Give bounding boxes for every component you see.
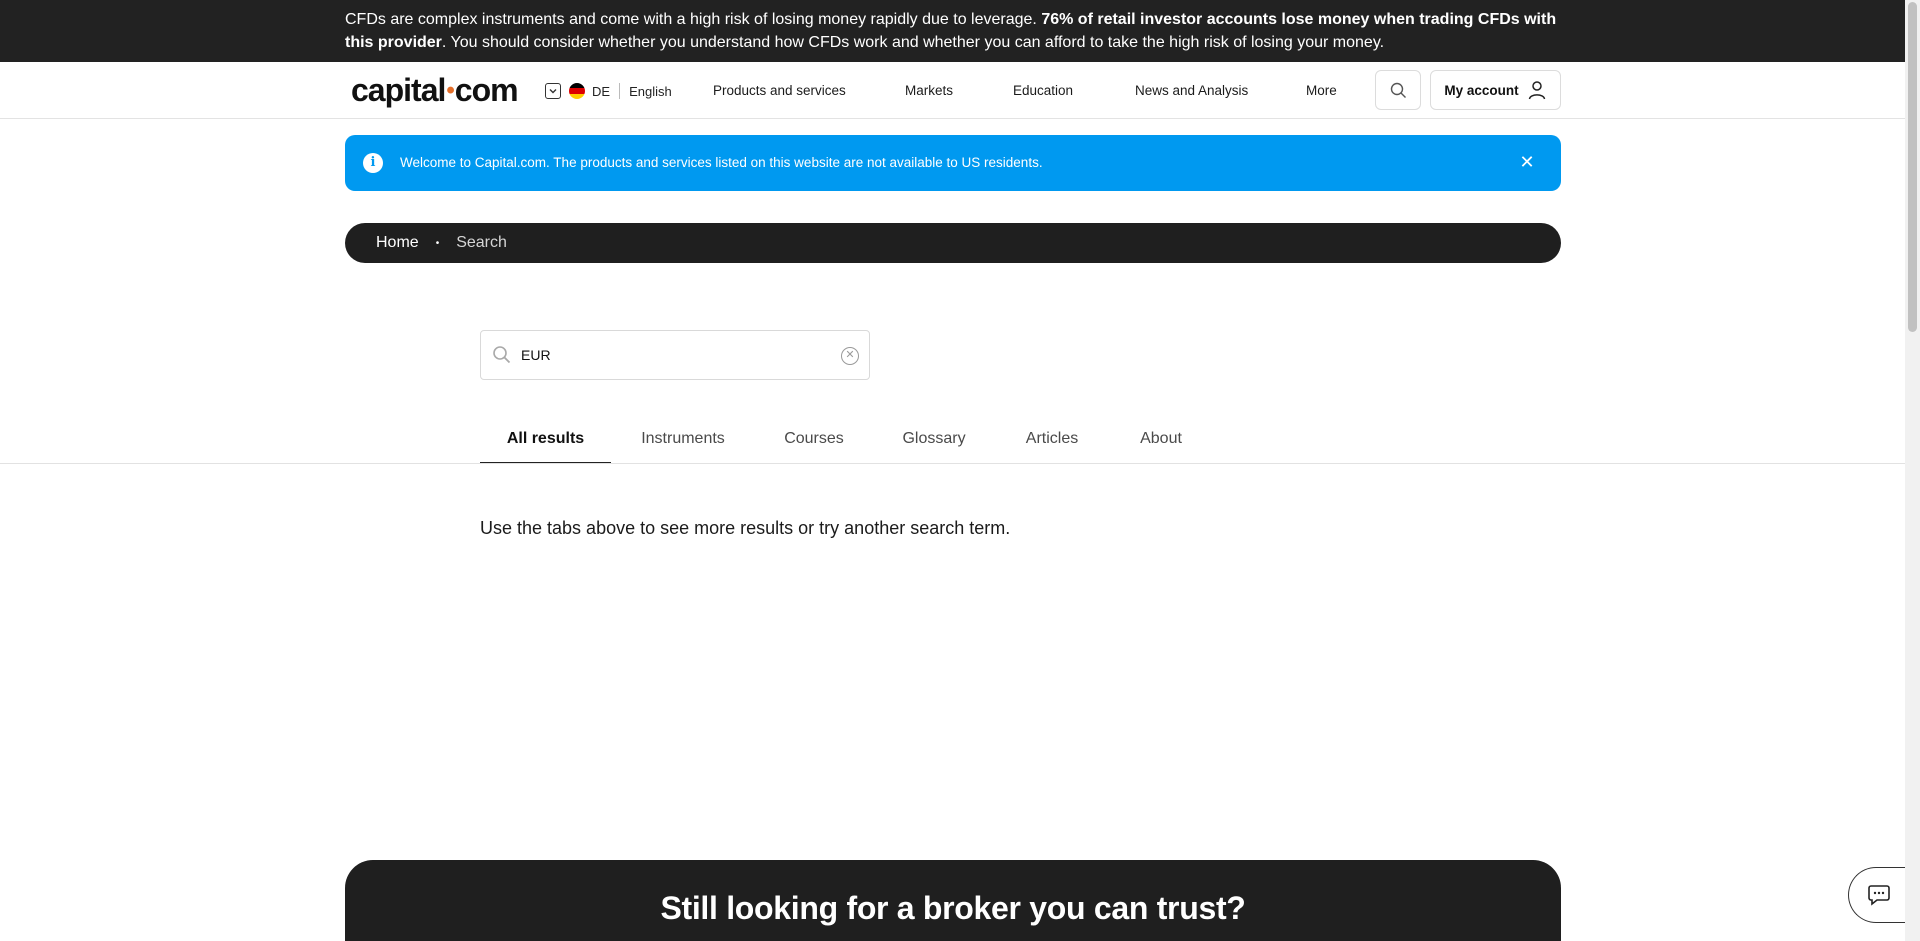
us-residents-notice-banner: i Welcome to Capital.com. The products a… [345, 135, 1561, 191]
region-language-selector[interactable]: DE English [545, 80, 672, 102]
site-header: capital•com DE English Products and serv… [0, 62, 1905, 119]
breadcrumb-current: Search [456, 234, 507, 251]
nav-products-and-services[interactable]: Products and services [713, 80, 846, 102]
tab-all-results[interactable]: All results [480, 428, 611, 464]
info-icon: i [363, 153, 383, 173]
search-result-message: Use the tabs above to see more results o… [480, 518, 1011, 538]
tab-articles[interactable]: Articles [1025, 428, 1079, 464]
germany-flag-icon [569, 83, 585, 99]
logo-text-right: com [454, 72, 519, 108]
search-icon [493, 346, 511, 364]
nav-news-and-analysis[interactable]: News and Analysis [1135, 80, 1248, 102]
broker-trust-cta: Still looking for a broker you can trust… [345, 860, 1561, 941]
page-scrollbar[interactable] [1905, 0, 1920, 941]
language-label[interactable]: English [629, 84, 672, 99]
region-divider [619, 83, 621, 99]
logo-dot: • [446, 77, 454, 104]
breadcrumb: Home • Search [345, 223, 1561, 263]
region-code[interactable]: DE [592, 84, 610, 99]
tab-glossary[interactable]: Glossary [902, 428, 966, 464]
capital-com-logo[interactable]: capital•com [351, 72, 519, 112]
tab-courses[interactable]: Courses [784, 428, 844, 464]
search-icon [1390, 82, 1406, 98]
breadcrumb-home-link[interactable]: Home [376, 234, 419, 252]
my-account-button[interactable]: My account [1430, 70, 1561, 110]
risk-text-normal-end: . You should consider whether you unders… [441, 34, 1385, 51]
risk-warning-text: CFDs are complex instruments and come wi… [345, 8, 1565, 54]
nav-markets[interactable]: Markets [905, 80, 953, 102]
nav-more[interactable]: More [1306, 80, 1337, 102]
tabs-divider [0, 463, 1905, 464]
breadcrumb-separator: • [435, 237, 440, 249]
search-box: ✕ [480, 330, 870, 380]
user-icon [1528, 81, 1545, 100]
risk-warning-bar: CFDs are complex instruments and come wi… [0, 0, 1905, 62]
scrollbar-thumb[interactable] [1908, 2, 1917, 332]
search-input[interactable] [521, 341, 821, 369]
clear-search-icon[interactable]: ✕ [841, 347, 859, 365]
header-search-button[interactable] [1375, 70, 1421, 110]
nav-education[interactable]: Education [1013, 80, 1073, 102]
info-banner-text: Welcome to Capital.com. The products and… [400, 155, 1043, 170]
cta-title: Still looking for a broker you can trust… [660, 890, 1246, 926]
chat-widget-button[interactable] [1848, 867, 1908, 923]
chevron-down-icon[interactable] [545, 83, 561, 99]
my-account-label: My account [1444, 82, 1519, 98]
logo-text-left: capital [351, 72, 446, 108]
tab-instruments[interactable]: Instruments [640, 428, 726, 464]
risk-text-normal: CFDs are complex instruments and come wi… [345, 11, 1042, 28]
tab-about[interactable]: About [1138, 428, 1184, 464]
chat-bubble-icon [1867, 885, 1890, 906]
close-icon[interactable]: ✕ [1515, 150, 1539, 174]
